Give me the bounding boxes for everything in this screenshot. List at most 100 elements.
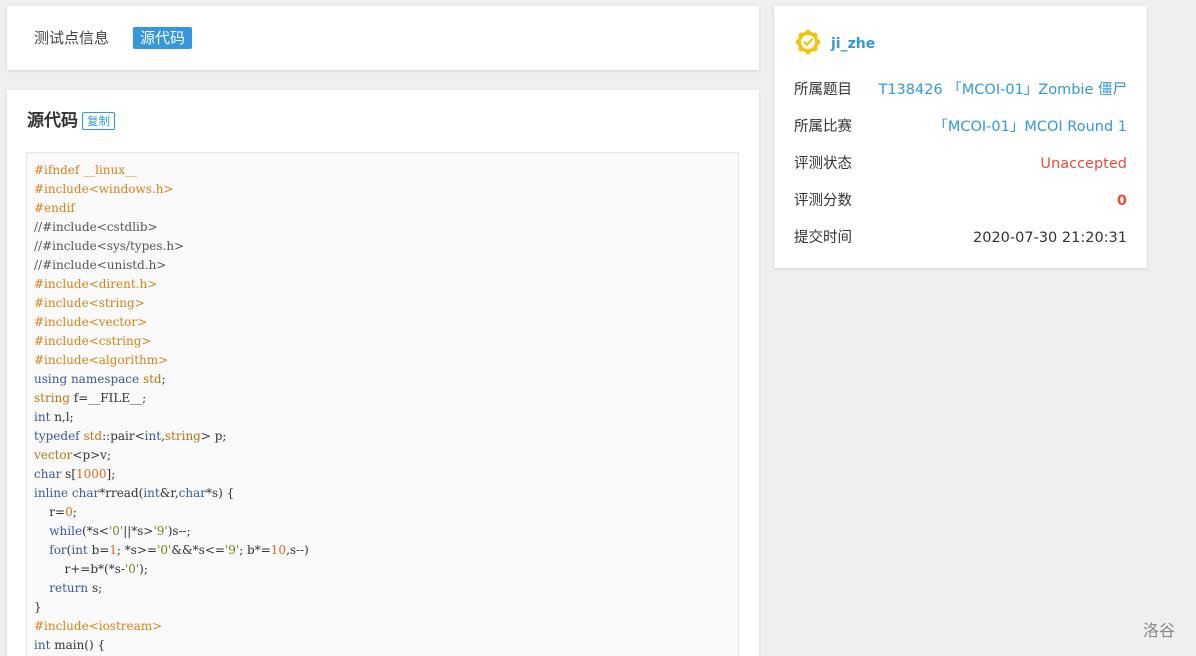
score-value: 0: [1116, 193, 1127, 209]
code-token: (*s<: [82, 524, 109, 538]
tab-testcase-info[interactable]: 测试点信息: [34, 27, 109, 49]
code-line: while(*s<'0'||*s>'9')s--;: [34, 522, 738, 541]
code-token: int: [143, 486, 160, 500]
code-line: #include<vector>: [34, 313, 738, 332]
username-link[interactable]: ji_zhe: [831, 34, 875, 54]
code-line: r+=b*(*s-'0');: [34, 560, 738, 579]
code-token: int: [71, 543, 88, 557]
contest-link[interactable]: 「MCOI-01」MCOI Round 1: [933, 116, 1127, 138]
code-token: string: [34, 391, 70, 405]
code-token: while: [49, 524, 83, 538]
code-token: vector: [34, 448, 73, 462]
code-line: r=0;: [34, 503, 738, 522]
submit-time-value: 2020-07-30 21:20:31: [973, 230, 1127, 246]
code-token: #include<windows.h>: [34, 182, 174, 196]
info-label: 所属题目: [794, 82, 852, 98]
code-line: inline char*rread(int&r,char*s) {: [34, 484, 738, 503]
code-line: vector<p>v;: [34, 446, 738, 465]
code-token: //#include<sys/types.h>: [34, 239, 185, 253]
code-token: '0': [157, 543, 172, 557]
code-token: inline char: [34, 486, 100, 500]
info-label: 所属比赛: [794, 119, 852, 135]
code-token: s[: [61, 467, 76, 481]
code-token: 1: [109, 543, 117, 557]
status-value: Unaccepted: [1040, 156, 1127, 172]
code-token: char: [34, 467, 62, 481]
code-token: int: [144, 429, 162, 443]
code-token: //#include<unistd.h>: [34, 258, 167, 272]
code-line: #ifndef __linux__: [34, 161, 738, 180]
code-block: #ifndef __linux__ #include<windows.h> #end…: [26, 152, 739, 656]
info-row-contest: 所属比赛 「MCOI-01」MCOI Round 1: [794, 116, 1127, 138]
code-token: r+=b*(*s-: [34, 562, 125, 576]
code-line: //#include<unistd.h>: [34, 256, 738, 275]
copy-button[interactable]: 复制: [82, 112, 115, 130]
code-token: #endif: [34, 201, 75, 215]
code-token: 0: [65, 505, 73, 519]
code-token: #include<cstring>: [34, 334, 152, 348]
code-token: *rread(: [99, 486, 144, 500]
code-line: #include<dirent.h>: [34, 275, 738, 294]
code-token: int: [34, 638, 51, 652]
code-token: using namespace: [34, 372, 143, 386]
info-label: 评测分数: [794, 193, 852, 209]
code-token: ,s--): [286, 543, 309, 557]
code-line: return s;: [34, 579, 738, 598]
code-line: #include<algorithm>: [34, 351, 738, 370]
code-token: #include<iostream>: [34, 619, 163, 633]
info-row-status: 评测状态 Unaccepted: [794, 153, 1127, 175]
code-token: ; *s>=: [116, 543, 158, 557]
source-code-title: 源代码: [27, 111, 78, 131]
code-line: #endif: [34, 199, 738, 218]
code-token: #include<algorithm>: [34, 353, 169, 367]
code-token: ];: [106, 467, 116, 481]
code-token: ||*s>: [123, 524, 154, 538]
code-line: #include<cstring>: [34, 332, 738, 351]
code-token: ; b*=: [239, 543, 271, 557]
code-line: #include<string>: [34, 294, 738, 313]
luogu-watermark: 洛谷: [1143, 621, 1176, 640]
code-token: )s--;: [167, 524, 191, 538]
verified-badge-icon: [795, 29, 821, 55]
code-line: int n,l;: [34, 408, 738, 427]
info-label: 评测状态: [794, 156, 852, 172]
code-line: //#include<sys/types.h>: [34, 237, 738, 256]
code-token: return: [49, 581, 89, 595]
code-token: std: [83, 429, 103, 443]
code-token: for: [49, 543, 67, 557]
code-token: > p;: [200, 429, 227, 443]
code-line: char s[1000];: [34, 465, 738, 484]
code-token: ::pair<: [102, 429, 145, 443]
code-line: #include<iostream>: [34, 617, 738, 636]
code-line: int main() {: [34, 636, 738, 655]
problem-link[interactable]: T138426 「MCOI-01」Zombie 僵尸: [878, 79, 1127, 101]
code-token: b=: [87, 543, 110, 557]
tabs-card: 测试点信息 源代码: [7, 6, 759, 70]
code-token: n,l;: [50, 410, 74, 424]
code-token: }: [34, 600, 42, 614]
code-token: #include<string>: [34, 296, 145, 310]
info-label: 提交时间: [794, 230, 852, 246]
info-row-problem: 所属题目 T138426 「MCOI-01」Zombie 僵尸: [794, 79, 1127, 101]
code-token: &&*s<=: [171, 543, 225, 557]
code-line: typedef std::pair<int,string> p;: [34, 427, 738, 446]
code-token: '9': [153, 524, 168, 538]
code-line: //#include<cstdlib>: [34, 218, 738, 237]
code-token: <p>v;: [72, 448, 112, 462]
code-line: }: [34, 598, 738, 617]
submission-info-card: ji_zhe 所属题目 T138426 「MCOI-01」Zombie 僵尸 所…: [774, 6, 1147, 268]
code-token: #include<vector>: [34, 315, 148, 329]
code-token: 10: [270, 543, 287, 557]
code-token: typedef: [34, 429, 84, 443]
code-token: ;: [161, 372, 166, 386]
code-token: char: [178, 486, 206, 500]
tab-source-code[interactable]: 源代码: [133, 27, 193, 49]
code-token: string: [164, 429, 201, 443]
code-token: //#include<cstdlib>: [34, 220, 158, 234]
code-token: s;: [88, 581, 103, 595]
code-token: '0': [108, 524, 124, 538]
code-line: #include<windows.h>: [34, 180, 738, 199]
code-token: std: [142, 372, 162, 386]
code-token: #ifndef __linux__: [34, 163, 138, 177]
code-line: for(int b=1; *s>='0'&&*s<='9'; b*=10,s--…: [34, 541, 738, 560]
